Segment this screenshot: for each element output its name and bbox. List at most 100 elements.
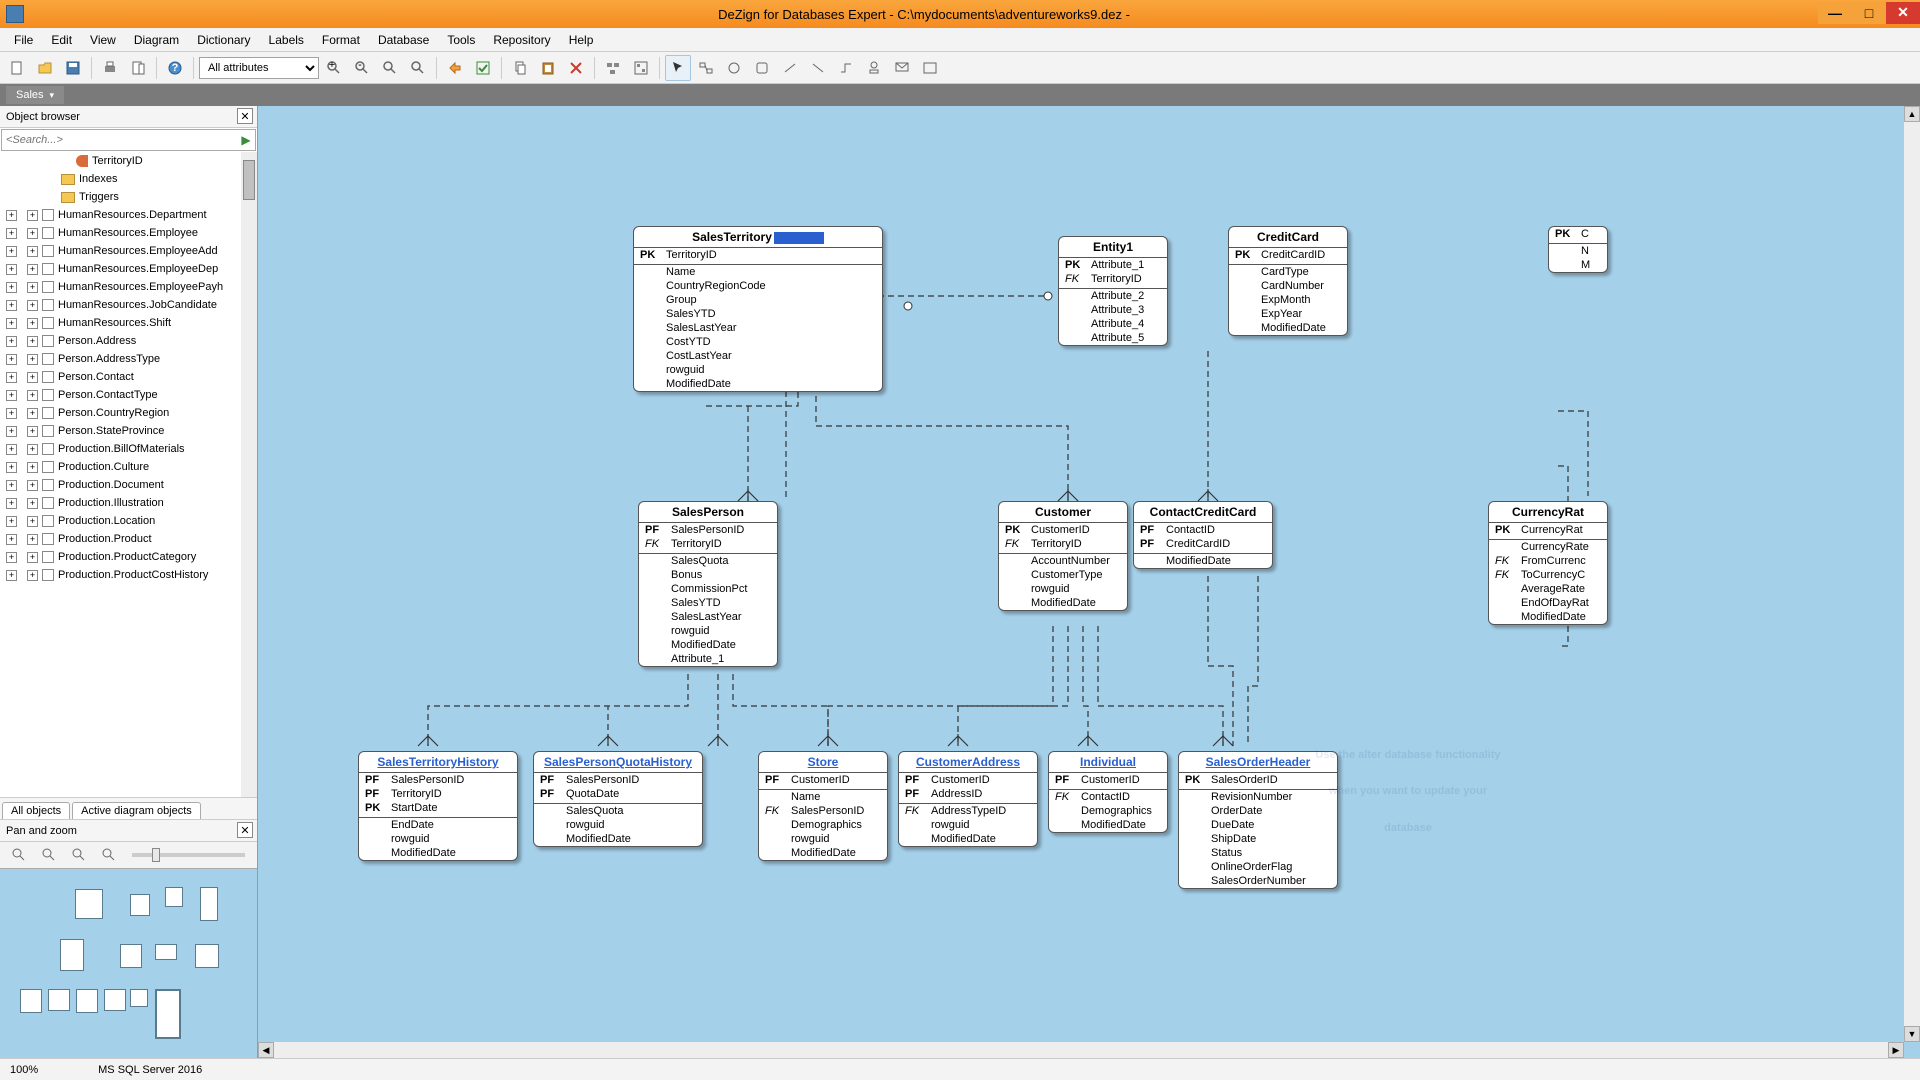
zoom-fit-button[interactable] [377,55,403,81]
expander-icon[interactable]: + [6,264,17,275]
note-tool[interactable] [889,55,915,81]
menu-diagram[interactable]: Diagram [126,30,187,50]
expander-icon[interactable]: + [27,462,38,473]
expander-icon[interactable]: + [27,390,38,401]
expander-icon[interactable]: + [27,426,38,437]
menu-labels[interactable]: Labels [261,30,312,50]
expander-icon[interactable]: + [6,462,17,473]
object-browser-search[interactable]: ▶ [1,129,256,151]
tree-row[interactable]: ++Production.ProductCategory [0,548,257,566]
tree-row[interactable]: TerritoryID [0,152,257,170]
menu-view[interactable]: View [82,30,124,50]
zoom-slider-handle[interactable] [152,848,160,862]
object-tree[interactable]: TerritoryIDIndexesTriggers++HumanResourc… [0,152,257,797]
search-input[interactable] [2,134,237,146]
entity-store[interactable]: StorePFCustomerIDNameFKSalesPersonIDDemo… [758,751,888,861]
line1-tool[interactable] [777,55,803,81]
tree-row[interactable]: ++Production.Product [0,530,257,548]
tree-row[interactable]: ++Production.ProductCostHistory [0,566,257,584]
tree-row[interactable]: ++HumanResources.EmployeePayh [0,278,257,296]
pz-fit-icon[interactable] [66,842,92,868]
minimize-button[interactable]: — [1818,2,1852,24]
entity-cutright[interactable]: PKCNM [1548,226,1608,273]
expander-icon[interactable]: + [6,372,17,383]
tree-row[interactable]: ++HumanResources.Shift [0,314,257,332]
object-browser-close[interactable]: ✕ [237,108,253,124]
diagram-canvas[interactable]: SalesTerritoryPKTerritoryIDNameCountryRe… [258,106,1904,1042]
entity-currency_rate[interactable]: CurrencyRatPKCurrencyRatCurrencyRateFKFr… [1488,501,1608,625]
expander-icon[interactable]: + [27,336,38,347]
expander-icon[interactable]: + [27,246,38,257]
expander-icon[interactable]: + [27,354,38,365]
pz-zoomin-icon[interactable] [6,842,32,868]
entity-sales_person[interactable]: SalesPersonPFSalesPersonIDFKTerritoryIDS… [638,501,778,667]
zoom-in-button[interactable]: + [321,55,347,81]
expander-icon[interactable]: + [6,336,17,347]
menu-format[interactable]: Format [314,30,368,50]
expander-icon[interactable]: + [6,210,17,221]
entity-individual[interactable]: IndividualPFCustomerIDFKContactIDDemogra… [1048,751,1168,833]
tree-row[interactable]: Triggers [0,188,257,206]
browser-tab[interactable]: All objects [2,802,70,819]
expander-icon[interactable]: + [6,300,17,311]
tree-row[interactable]: ++Production.Location [0,512,257,530]
expander-icon[interactable]: + [6,570,17,581]
expander-icon[interactable]: + [6,318,17,329]
entity-spqh[interactable]: SalesPersonQuotaHistoryPFSalesPersonIDPF… [533,751,703,847]
expander-icon[interactable]: + [27,300,38,311]
entity-customer[interactable]: CustomerPKCustomerIDFKTerritoryIDAccount… [998,501,1128,611]
expander-icon[interactable]: + [6,354,17,365]
print-button[interactable] [97,55,123,81]
expander-icon[interactable]: + [27,480,38,491]
expander-icon[interactable]: + [6,498,17,509]
line3-tool[interactable] [833,55,859,81]
expander-icon[interactable]: + [6,408,17,419]
browser-tab[interactable]: Active diagram objects [72,802,201,819]
entity-credit_card[interactable]: CreditCardPKCreditCardIDCardTypeCardNumb… [1228,226,1348,336]
report-button[interactable] [125,55,151,81]
entity-sth[interactable]: SalesTerritoryHistoryPFSalesPersonIDPFTe… [358,751,518,861]
pointer-tool[interactable] [665,55,691,81]
pan-zoom-close[interactable]: ✕ [237,822,253,838]
pan-zoom-minimap[interactable] [0,868,257,1058]
maximize-button[interactable]: □ [1852,2,1886,24]
tree-row[interactable]: ++HumanResources.Employee [0,224,257,242]
menu-dictionary[interactable]: Dictionary [189,30,258,50]
tree-row[interactable]: ++Production.BillOfMaterials [0,440,257,458]
expander-icon[interactable]: + [6,480,17,491]
tree-row[interactable]: ++Person.AddressType [0,350,257,368]
copy-button[interactable] [507,55,533,81]
expander-icon[interactable]: + [6,390,17,401]
close-button[interactable]: ✕ [1886,2,1920,24]
expander-icon[interactable]: + [6,282,17,293]
layout-button[interactable] [628,55,654,81]
display-combo[interactable]: All attributes [199,57,319,79]
image-tool[interactable] [917,55,943,81]
generate-button[interactable] [442,55,468,81]
expander-icon[interactable]: + [27,516,38,527]
tree-row[interactable]: ++Person.StateProvince [0,422,257,440]
canvas-hscroll[interactable]: ◀▶ [258,1042,1904,1058]
menu-file[interactable]: File [6,30,41,50]
search-go-icon[interactable]: ▶ [237,133,255,147]
stamp-tool[interactable] [861,55,887,81]
save-button[interactable] [60,55,86,81]
expander-icon[interactable]: + [6,228,17,239]
expander-icon[interactable]: + [27,264,38,275]
zoom-slider[interactable] [132,853,245,857]
tree-row[interactable]: ++HumanResources.JobCandidate [0,296,257,314]
tree-row[interactable]: ++Production.Culture [0,458,257,476]
pz-zoomout-icon[interactable] [36,842,62,868]
paste-button[interactable] [535,55,561,81]
expander-icon[interactable]: + [6,552,17,563]
tree-row[interactable]: ++HumanResources.EmployeeAdd [0,242,257,260]
entity-soh[interactable]: SalesOrderHeaderPKSalesOrderIDRevisionNu… [1178,751,1338,889]
entity-cust_addr[interactable]: CustomerAddressPFCustomerIDPFAddressIDFK… [898,751,1038,847]
expander-icon[interactable]: + [6,426,17,437]
zoom-100-button[interactable] [405,55,431,81]
expander-icon[interactable]: + [27,444,38,455]
line2-tool[interactable] [805,55,831,81]
tab-sales[interactable]: Sales ▾ [6,86,64,104]
menu-tools[interactable]: Tools [439,30,483,50]
tree-row[interactable]: ++Person.CountryRegion [0,404,257,422]
